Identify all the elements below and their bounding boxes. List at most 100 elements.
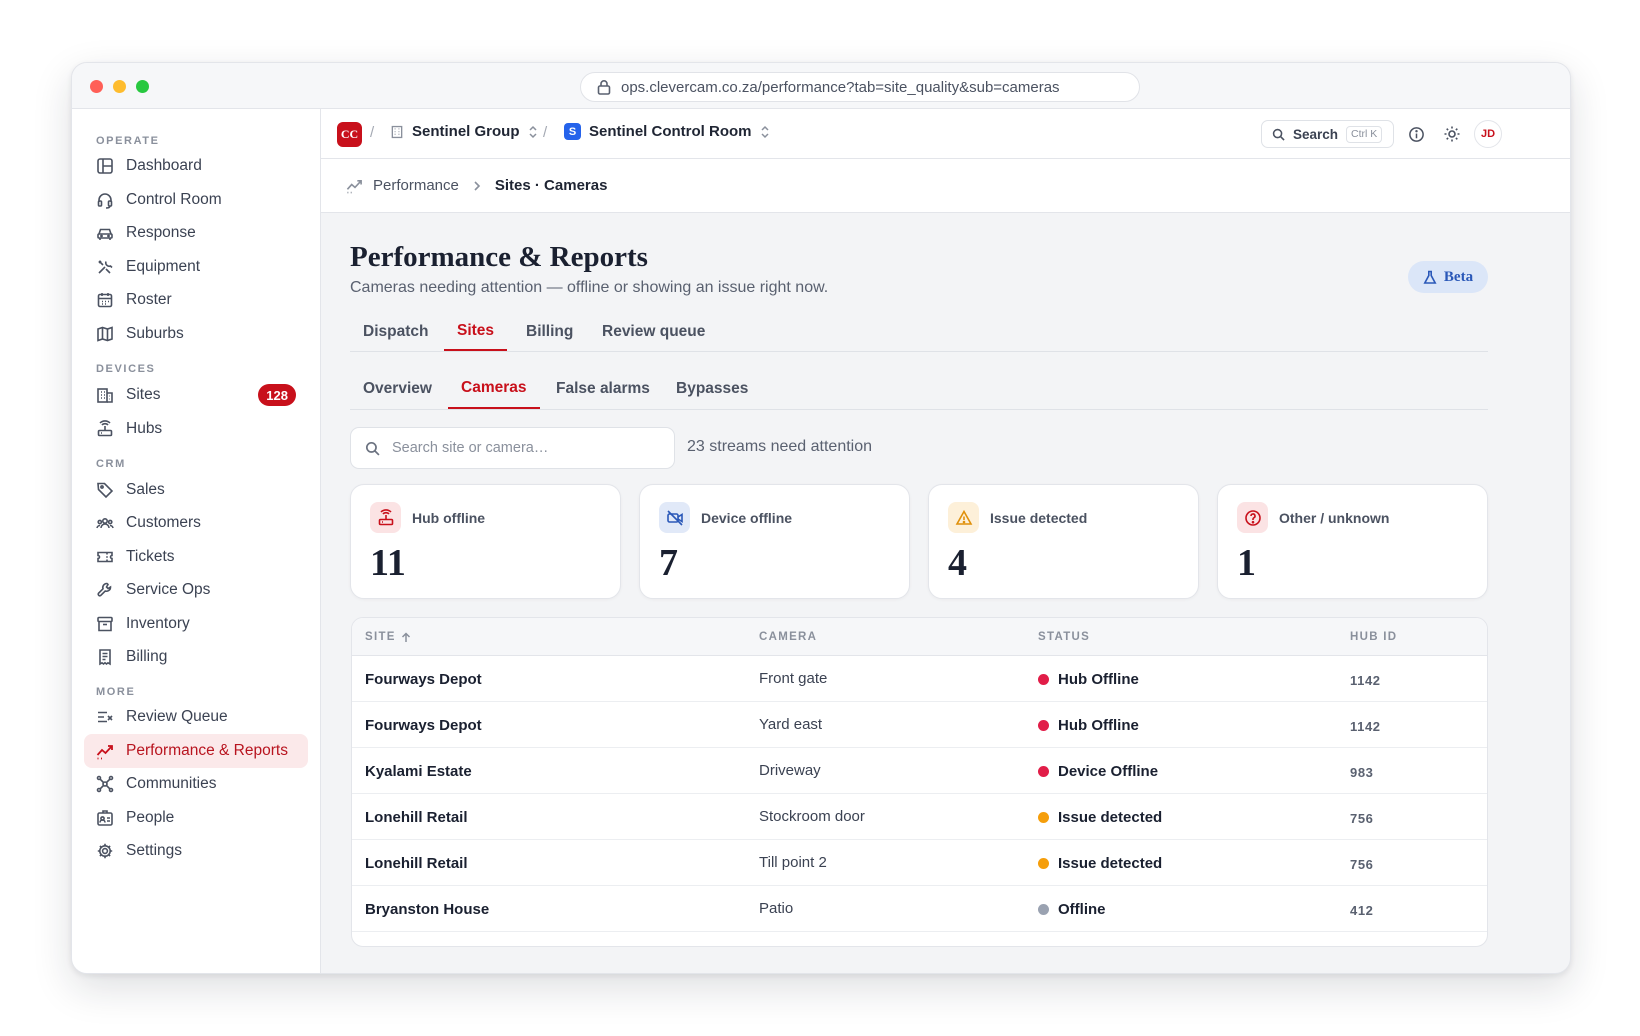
- subtab-overview[interactable]: Overview: [350, 368, 445, 409]
- column-header-site[interactable]: SITE: [365, 631, 411, 643]
- network-icon: [96, 775, 114, 793]
- sidebar-item-people[interactable]: People: [84, 801, 308, 835]
- sidebar-item-label: Equipment: [126, 258, 201, 275]
- breadcrumb-performance-link[interactable]: Performance: [373, 177, 459, 194]
- cell-site: Lonehill Retail: [365, 809, 468, 826]
- sidebar-item-settings[interactable]: Settings: [84, 834, 308, 868]
- org-switcher[interactable]: Sentinel Group: [390, 123, 538, 140]
- tab-billing[interactable]: Billing: [513, 312, 586, 351]
- sidebar-item-suburbs[interactable]: Suburbs: [84, 317, 308, 351]
- column-header-hub-id[interactable]: HUB ID: [1350, 631, 1397, 643]
- cell-camera: Yard east: [759, 716, 823, 733]
- sidebar-item-equipment[interactable]: Equipment: [84, 250, 308, 284]
- card-icon-bg: [370, 502, 401, 533]
- minimize-window-button[interactable]: [113, 80, 126, 93]
- lock-icon: [597, 80, 611, 95]
- table-row[interactable]: Kyalami Estate Driveway Device Offline 983: [352, 748, 1487, 794]
- status-label: Offline: [1058, 901, 1106, 918]
- status-dot: [1038, 904, 1049, 915]
- cell-hub-id: 412: [1350, 903, 1374, 918]
- table-row[interactable]: Fourways Depot Front gate Hub Offline 1142: [352, 656, 1487, 702]
- archive-icon: [97, 616, 113, 632]
- theme-toggle-button[interactable]: [1441, 123, 1463, 145]
- status-label: Hub Offline: [1058, 717, 1139, 734]
- cell-hub-id: 756: [1350, 857, 1374, 872]
- cell-site: Fourways Depot: [365, 671, 482, 688]
- workspace-name: Sentinel Control Room: [589, 123, 752, 140]
- cell-camera: Stockroom door: [759, 808, 865, 825]
- tab-review-queue[interactable]: Review queue: [589, 312, 718, 351]
- main-content: CC / Sentinel Group / S Sentinel Control…: [321, 109, 1570, 973]
- sidebar-item-inventory[interactable]: Inventory: [84, 607, 308, 641]
- status-dot: [1038, 858, 1049, 869]
- user-avatar[interactable]: JD: [1474, 120, 1502, 148]
- card-icon-bg: [1237, 502, 1268, 533]
- workspace-switcher[interactable]: S Sentinel Control Room: [564, 123, 770, 140]
- main-tabs: Dispatch Sites Billing Review queue: [350, 312, 1488, 352]
- tag-icon: [97, 482, 114, 499]
- table-row[interactable]: Lonehill Retail Stockroom door Issue detec…: [352, 794, 1487, 840]
- cell-hub-id: 983: [1350, 765, 1374, 780]
- sidebar-item-communities[interactable]: Communities: [84, 767, 308, 801]
- sidebar-item-customers[interactable]: Customers: [84, 506, 308, 540]
- sidebar-item-performance-reports[interactable]: Performance & Reports: [84, 734, 308, 768]
- cell-site: Bryanston House: [365, 901, 490, 918]
- search-icon: [365, 441, 380, 456]
- subtab-bypasses[interactable]: Bypasses: [663, 368, 761, 409]
- table-row[interactable]: Bryanston House Patio Offline 412: [352, 886, 1487, 932]
- tools-icon: [98, 260, 113, 274]
- card-issue-detected[interactable]: Issue detected 4: [928, 484, 1199, 599]
- sidebar-item-service-ops[interactable]: Service Ops: [84, 573, 308, 607]
- brand-logo[interactable]: CC: [337, 122, 362, 147]
- sidebar-item-billing[interactable]: Billing: [84, 640, 308, 674]
- sidebar-item-sites[interactable]: Sites 128: [84, 378, 308, 412]
- card-icon-bg: [659, 502, 690, 533]
- tab-dispatch[interactable]: Dispatch: [350, 312, 441, 351]
- cell-status: Offline: [1038, 901, 1106, 918]
- sidebar-item-label: Tickets: [126, 548, 175, 565]
- column-header-camera[interactable]: CAMERA: [759, 631, 817, 643]
- sidebar-item-label: Service Ops: [126, 581, 211, 598]
- site-camera-search[interactable]: [350, 427, 675, 469]
- subtab-cameras[interactable]: Cameras: [448, 368, 540, 409]
- card-hub-offline[interactable]: Hub offline 11: [350, 484, 621, 599]
- url-bar[interactable]: ops.clevercam.co.za/performance?tab=site…: [580, 72, 1140, 102]
- building-icon: [97, 388, 113, 403]
- card-device-offline[interactable]: Device offline 7: [639, 484, 910, 599]
- card-value: 7: [659, 542, 678, 584]
- sidebar-item-dashboard[interactable]: Dashboard: [84, 149, 308, 183]
- tab-sites[interactable]: Sites: [444, 312, 508, 351]
- flask-icon: [1423, 270, 1437, 284]
- trend-icon: [346, 179, 362, 194]
- sidebar-item-tickets[interactable]: Tickets: [84, 540, 308, 574]
- cell-site: Lonehill Retail: [365, 855, 468, 872]
- browser-titlebar: ops.clevercam.co.za/performance?tab=site…: [72, 63, 1570, 109]
- cell-camera: Driveway: [759, 762, 821, 779]
- subtab-false-alarms[interactable]: False alarms: [543, 368, 663, 409]
- sidebar-item-response[interactable]: Response: [84, 216, 308, 250]
- sidebar-item-hubs[interactable]: Hubs: [84, 412, 308, 446]
- sidebar-item-sales[interactable]: Sales: [84, 473, 308, 507]
- sidebar-item-roster[interactable]: Roster: [84, 283, 308, 317]
- building-icon: [391, 125, 403, 138]
- search-input[interactable]: [392, 440, 662, 456]
- status-dot: [1038, 812, 1049, 823]
- table-row[interactable]: Fourways Depot Yard east Hub Offline 1142: [352, 702, 1487, 748]
- status-dot: [1038, 674, 1049, 685]
- column-header-status[interactable]: STATUS: [1038, 631, 1090, 643]
- beta-badge[interactable]: Beta: [1408, 261, 1488, 293]
- gear-icon: [97, 843, 113, 859]
- table-row[interactable]: Lonehill Retail Till point 2 Issue detecte…: [352, 840, 1487, 886]
- status-dot: [1038, 720, 1049, 731]
- sidebar-item-label: Customers: [126, 514, 201, 531]
- card-other-unknown[interactable]: Other / unknown 1: [1217, 484, 1488, 599]
- maximize-window-button[interactable]: [136, 80, 149, 93]
- info-icon: [1408, 126, 1424, 142]
- close-window-button[interactable]: [90, 80, 103, 93]
- global-search-button[interactable]: Search Ctrl K: [1261, 120, 1394, 148]
- id-badge-icon: [97, 810, 113, 826]
- sidebar-item-review-queue[interactable]: Review Queue: [84, 700, 308, 734]
- layout-icon: [97, 158, 113, 174]
- sidebar-item-control-room[interactable]: Control Room: [84, 183, 308, 217]
- info-button[interactable]: [1405, 123, 1427, 145]
